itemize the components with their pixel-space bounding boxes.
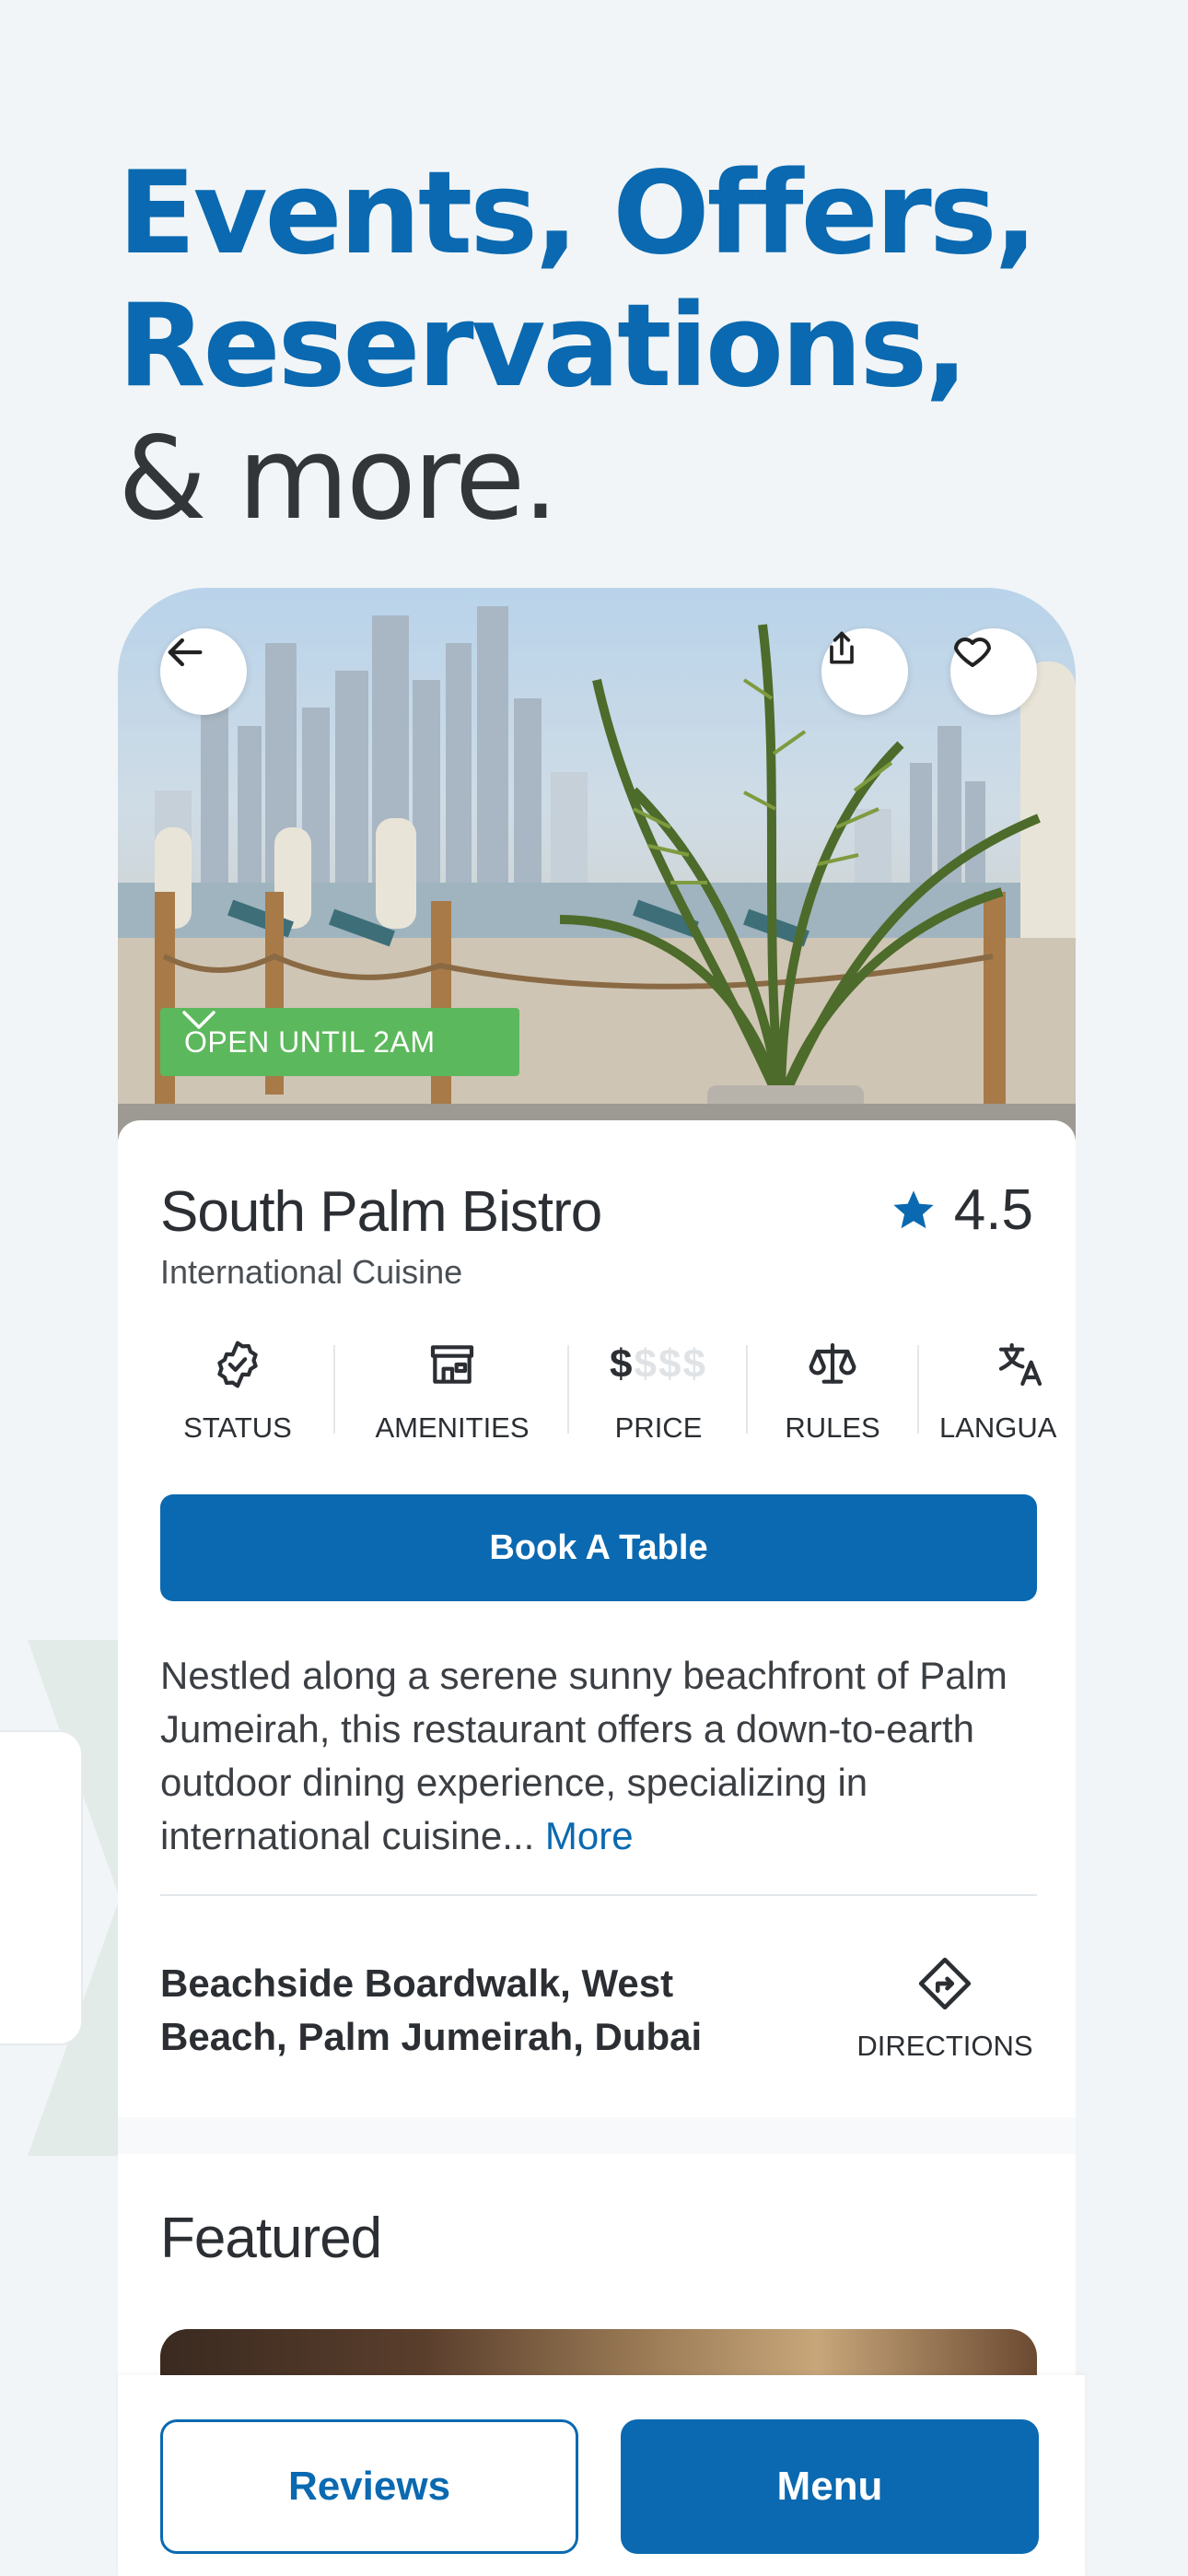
- headline-line-3: & more.: [118, 413, 559, 545]
- headline-line-2: Reservations,: [118, 280, 968, 413]
- headline-line-1: Events, Offers,: [118, 147, 1038, 280]
- venue-card: OPEN UNTIL 2AM South Palm Bistro 4.5 Int…: [118, 588, 1076, 2576]
- menu-button[interactable]: Menu: [621, 2419, 1039, 2554]
- price-level-icon: $$$$: [610, 1341, 707, 1387]
- reviews-button[interactable]: Reviews: [160, 2419, 578, 2554]
- venue-description: Nestled along a serene sunny beachfront …: [160, 1649, 1044, 1863]
- chevron-down-icon: [182, 1011, 215, 1029]
- attribute-status[interactable]: STATUS: [131, 1338, 344, 1448]
- scales-icon: [809, 1342, 856, 1384]
- rating-value: 4.5: [953, 1178, 1033, 1242]
- attribute-price-label: PRICE: [614, 1411, 703, 1444]
- venue-attributes-bar: STATUS AMENITIES $$$$ PRICE RULES LANGUA: [118, 1338, 1076, 1448]
- attribute-languages-label: LANGUA: [939, 1411, 1057, 1444]
- bottom-action-bar: Reviews Menu: [118, 2375, 1085, 2576]
- share-button[interactable]: [821, 628, 908, 715]
- back-button[interactable]: [160, 628, 247, 715]
- venue-address: Beachside Boardwalk, West Beach, Palm Ju…: [160, 1957, 750, 2064]
- featured-heading: Featured: [160, 2207, 382, 2270]
- section-gap: [118, 2117, 1076, 2154]
- venue-info-panel: South Palm Bistro 4.5 International Cuis…: [118, 1120, 1076, 2062]
- storefront-icon: [430, 1345, 474, 1384]
- attribute-languages[interactable]: LANGUA: [926, 1338, 1076, 1448]
- heart-icon: [954, 638, 991, 667]
- attribute-rules-label: RULES: [785, 1411, 880, 1444]
- venue-cuisine: International Cuisine: [160, 1253, 463, 1291]
- arrow-left-icon: [168, 638, 203, 667]
- directions-label: DIRECTIONS: [856, 2030, 1033, 2062]
- divider: [160, 1894, 1037, 1896]
- favorite-button[interactable]: [950, 628, 1037, 715]
- headline: Events, Offers, Reservations, & more.: [118, 147, 1038, 545]
- translate-icon: [998, 1342, 1042, 1387]
- open-hours-badge[interactable]: OPEN UNTIL 2AM: [160, 1008, 519, 1076]
- book-table-button[interactable]: Book A Table: [160, 1494, 1037, 1601]
- star-icon: [893, 1189, 934, 1228]
- venue-rating: 4.5: [890, 1177, 1033, 1243]
- attribute-amenities[interactable]: AMENITIES: [335, 1338, 569, 1448]
- attribute-rules[interactable]: RULES: [748, 1338, 917, 1448]
- venue-name: South Palm Bistro: [160, 1180, 602, 1244]
- verified-badge-icon: [217, 1341, 258, 1388]
- address-line-1: Beachside Boardwalk, West: [160, 1961, 674, 2005]
- decorative-side-card: [0, 1730, 83, 2045]
- more-link[interactable]: More: [545, 1814, 634, 1857]
- attribute-price[interactable]: $$$$ PRICE: [569, 1338, 748, 1448]
- address-line-2: Beach, Palm Jumeirah, Dubai: [160, 2015, 703, 2058]
- open-hours-label: OPEN UNTIL 2AM: [184, 1025, 436, 1059]
- directions-button[interactable]: DIRECTIONS: [834, 1955, 1055, 2063]
- attribute-status-label: STATUS: [183, 1411, 292, 1444]
- attribute-amenities-label: AMENITIES: [375, 1411, 530, 1444]
- share-icon: [830, 631, 854, 664]
- directions-icon: [918, 1957, 972, 2010]
- venue-hero-image: OPEN UNTIL 2AM: [118, 588, 1076, 1141]
- attribute-divider: [917, 1345, 919, 1434]
